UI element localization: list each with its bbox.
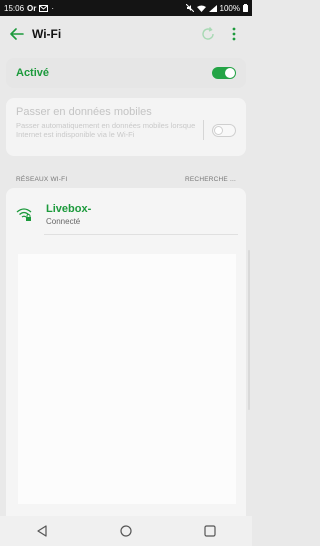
networks-header: RÉSEAUX WI-FI RECHERCHE ... (16, 176, 236, 183)
network-status: Connecté (46, 216, 81, 226)
network-name: Livebox- (46, 202, 92, 215)
triangle-back-icon (37, 525, 47, 537)
wifi-enable-label: Activé (16, 67, 50, 79)
divider (203, 120, 204, 140)
mail-icon (39, 4, 49, 12)
page-title: Wi-Fi (32, 27, 62, 41)
mobile-data-title: Passer en données mobiles (16, 106, 152, 118)
battery-percent: 100% (219, 3, 240, 13)
refresh-icon (202, 27, 214, 40)
status-bar: 15:06 Or · 100% (0, 0, 252, 16)
mobile-data-row[interactable]: Passer en données mobiles Passer automat… (6, 98, 246, 156)
square-recents-icon (204, 525, 216, 537)
app-bar: Wi-Fi (0, 18, 252, 50)
refresh-button[interactable] (198, 24, 218, 44)
circle-home-icon (120, 525, 132, 537)
navigation-bar (0, 516, 252, 546)
wifi-enable-row[interactable]: Activé (6, 58, 246, 88)
more-options-button[interactable] (224, 24, 244, 44)
arrow-left-icon (10, 28, 24, 40)
toggle-knob (214, 126, 223, 135)
scrollbar[interactable] (248, 250, 250, 410)
toggle-knob (225, 68, 235, 78)
wifi-locked-icon (16, 208, 32, 221)
divider (44, 234, 238, 235)
wifi-status-icon (196, 5, 206, 12)
status-time: 15:06 (4, 3, 25, 13)
status-operator: Or (27, 3, 37, 13)
battery-icon (243, 4, 248, 12)
mobile-data-description: Passer automatiquement en données mobile… (16, 121, 196, 139)
mobile-data-texts: Passer en données mobiles Passer automat… (16, 106, 197, 139)
mobile-data-toggle[interactable] (212, 124, 236, 137)
dot-icon: · (51, 3, 55, 13)
nav-back-button[interactable] (32, 521, 52, 541)
back-button[interactable] (8, 25, 26, 43)
signal-icon (208, 4, 217, 12)
network-item-texts: Livebox- Connecté (46, 203, 91, 226)
nav-home-button[interactable] (116, 521, 136, 541)
networks-header-label: RÉSEAUX WI-FI (16, 176, 68, 183)
mute-icon (185, 4, 194, 12)
more-vert-icon (232, 27, 236, 41)
search-networks-button[interactable]: RECHERCHE ... (185, 176, 236, 183)
network-item-connected[interactable]: Livebox- Connecté (6, 196, 246, 232)
blank-overlay (18, 254, 236, 504)
networks-list: Livebox- Connecté (6, 188, 246, 528)
wifi-toggle[interactable] (212, 67, 236, 79)
nav-recents-button[interactable] (200, 521, 220, 541)
